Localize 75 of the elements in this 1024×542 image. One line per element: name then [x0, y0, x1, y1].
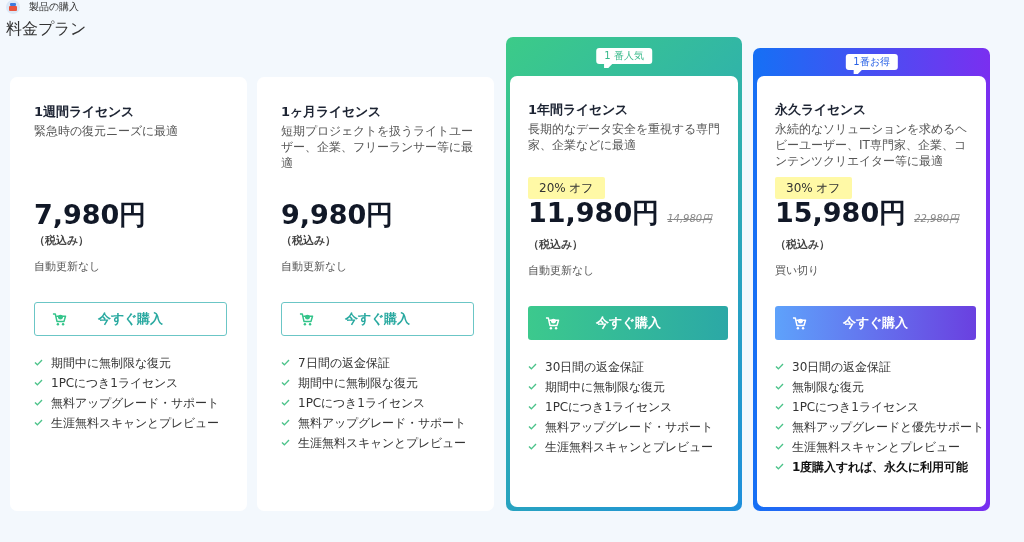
feature-text: 1PCにつき1ライセンス [51, 376, 178, 389]
cart-icon [792, 315, 807, 331]
breadcrumb: 製品の購入 [29, 0, 79, 14]
feature-text: 30日間の返金保証 [792, 360, 892, 373]
plan-description: 緊急時の復元ニーズに最適 [34, 123, 179, 140]
check-icon [528, 383, 537, 390]
buy-button[interactable]: 今すぐ購入 [34, 302, 227, 336]
check-icon [775, 383, 784, 390]
buy-button[interactable]: 今すぐ購入 [281, 302, 474, 336]
check-icon [528, 403, 537, 410]
cart-icon [52, 311, 67, 327]
feature-text: 1度購入すれば、永久に利用可能 [792, 460, 969, 473]
feature-text: 生涯無料スキャンとプレビュー [51, 416, 219, 429]
feature-text: 生涯無料スキャンとプレビュー [545, 440, 713, 453]
feature-text: 1PCにつき1ライセンス [298, 396, 425, 409]
feature-text: 7日間の返金保証 [298, 356, 390, 369]
tax-note: （税込み） [775, 237, 831, 251]
check-icon [34, 399, 43, 406]
original-price: 22,980円 [914, 212, 960, 226]
check-icon [528, 423, 537, 430]
renewal-note: 自動更新なし [528, 265, 595, 277]
check-icon [775, 443, 784, 450]
renewal-note: 自動更新なし [281, 261, 348, 273]
price: 11,980円 [528, 198, 660, 228]
renewal-note: 買い切り [775, 265, 820, 277]
price: 15,980円 [775, 198, 907, 228]
check-icon [775, 363, 784, 370]
check-icon [281, 359, 290, 366]
check-icon [281, 439, 290, 446]
feature-text: 期間中に無制限な復元 [298, 376, 418, 389]
cart-icon [545, 315, 560, 331]
app-logo-icon [6, 0, 20, 14]
feature-text: 期間中に無制限な復元 [51, 356, 171, 369]
feature-text: 無料アップグレード・サポート [545, 420, 713, 433]
plan-description: 永続的なソリューションを求めるヘビーユーザー、IT専門家、企業、コンテンツクリエイター等に最適 [775, 121, 968, 170]
feature-text: 生涯無料スキャンとプレビュー [298, 436, 466, 449]
discount-badge: 30% オフ [775, 177, 852, 199]
check-icon [281, 419, 290, 426]
buy-button[interactable]: 今すぐ購入 [528, 306, 728, 340]
plan-name: 永久ライセンス [775, 102, 867, 118]
feature-text: 無料アップグレード・サポート [51, 396, 219, 409]
feature-text: 期間中に無制限な復元 [545, 380, 665, 393]
check-icon [34, 379, 43, 386]
check-icon [528, 363, 537, 370]
tax-note: （税込み） [281, 233, 337, 247]
renewal-note: 自動更新なし [34, 261, 101, 273]
tax-note: （税込み） [528, 237, 584, 251]
feature-text: 1PCにつき1ライセンス [792, 400, 919, 413]
check-icon [528, 443, 537, 450]
original-price: 14,980円 [667, 212, 713, 226]
check-icon [34, 359, 43, 366]
plan-description: 長期的なデータ安全を重視する専門家、企業などに最適 [528, 121, 721, 154]
feature-text: 1PCにつき1ライセンス [545, 400, 672, 413]
plan-name: 1ヶ月ライセンス [281, 104, 383, 120]
feature-text: 生涯無料スキャンとプレビュー [792, 440, 960, 453]
check-icon [775, 463, 784, 470]
plan-name: 1週間ライセンス [34, 104, 136, 120]
feature-text: 無料アップグレード・サポート [298, 416, 466, 429]
feature-text: 30日間の返金保証 [545, 360, 645, 373]
check-icon [281, 399, 290, 406]
price: 7,980円 [34, 200, 147, 230]
check-icon [281, 379, 290, 386]
check-icon [775, 403, 784, 410]
cart-icon [299, 311, 314, 327]
buy-button[interactable]: 今すぐ購入 [775, 306, 976, 340]
page-title: 料金プラン [6, 19, 87, 39]
check-icon [775, 423, 784, 430]
tax-note: （税込み） [34, 233, 90, 247]
feature-text: 無料アップグレードと優先サポート [792, 420, 984, 433]
price: 9,980円 [281, 200, 394, 230]
plan-description: 短期プロジェクトを扱うライトユーザー、企業、フリーランサー等に最適 [281, 123, 474, 172]
discount-badge: 20% オフ [528, 177, 605, 199]
check-icon [34, 419, 43, 426]
feature-text: 無制限な復元 [792, 380, 864, 393]
plan-name: 1年間ライセンス [528, 102, 630, 118]
